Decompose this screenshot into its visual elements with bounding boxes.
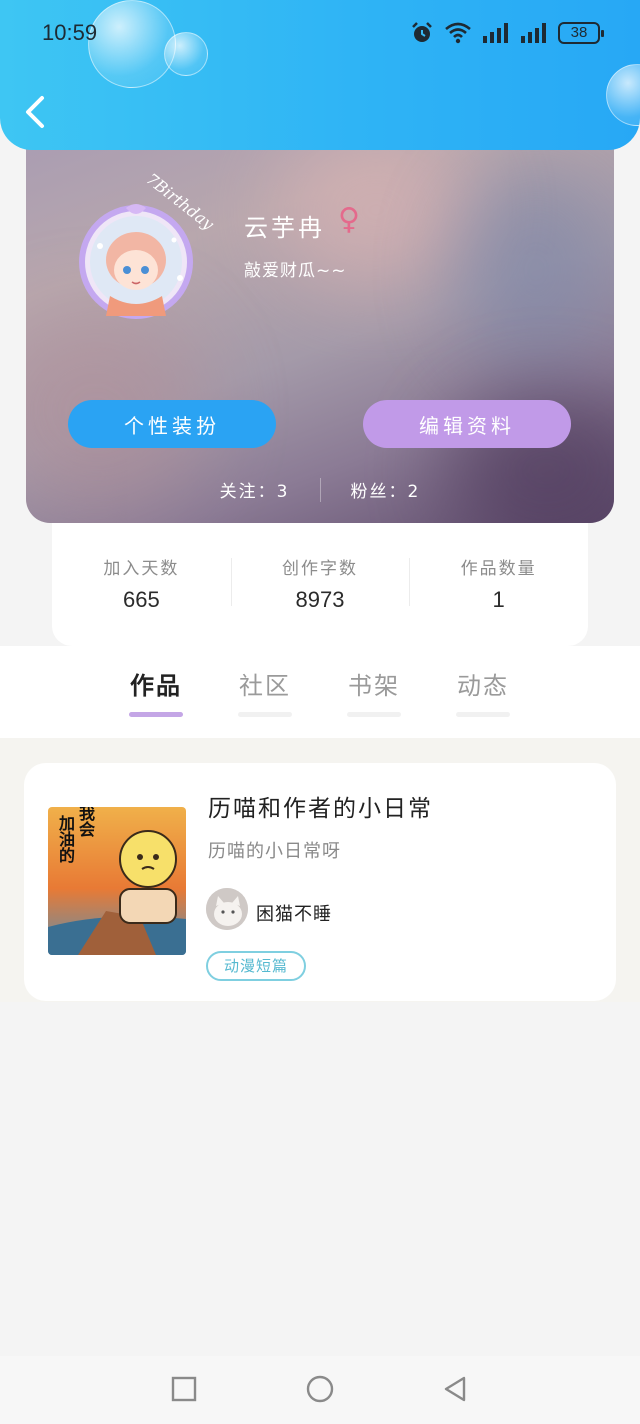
work-card[interactable]: 我会 加油的 历喵和作者的小日常 历喵的小日常呀 困猫不睡 动漫短篇 <box>24 763 616 1001</box>
decorative-bubble <box>606 64 640 126</box>
battery-icon: 38 <box>558 22 604 44</box>
dress-up-button[interactable]: 个性装扮 <box>68 400 276 448</box>
stat-value: 665 <box>122 586 160 612</box>
work-cover[interactable]: 我会 加油的 <box>48 807 186 955</box>
stat-works-count: 作品数量 1 <box>409 554 588 613</box>
status-icons: 38 <box>410 20 604 46</box>
wifi-icon <box>445 22 471 44</box>
alarm-icon <box>412 22 432 42</box>
cover-text-line: 加油的 <box>56 815 75 863</box>
tab-works[interactable]: 作品 <box>124 666 188 701</box>
following-label: 关注： <box>219 482 277 502</box>
genre-tag[interactable]: 动漫短篇 <box>206 951 306 981</box>
stat-word-count: 创作字数 8973 <box>230 554 410 613</box>
decorative-bubble <box>88 0 176 88</box>
tab-bar: 作品 社区 书架 动态 <box>0 646 640 738</box>
stat-label: 创作字数 <box>282 558 358 579</box>
status-time: 10:59 <box>42 20 98 45</box>
stat-value: 1 <box>492 586 505 612</box>
divider <box>319 477 321 502</box>
fans-count[interactable]: 粉丝：2 <box>351 477 421 502</box>
tab-indicator <box>238 712 292 717</box>
back-nav-button[interactable] <box>440 1374 470 1404</box>
signal-icon <box>521 23 546 43</box>
back-button[interactable] <box>20 92 50 132</box>
follow-stats: 关注：3 粉丝：2 <box>26 477 614 502</box>
profile-card: 7Birthday 云芋冉 ♀ 敲爱财瓜~~ 个性装扮 编辑资料 关注：3 粉丝… <box>26 110 614 523</box>
tab-indicator <box>456 712 510 717</box>
signal-icon <box>483 23 508 43</box>
cover-text-line: 我会 <box>76 807 95 837</box>
stats-card: 加入天数 665 创作字数 8973 作品数量 1 <box>52 520 588 646</box>
tab-activity[interactable]: 动态 <box>451 666 515 701</box>
tab-community[interactable]: 社区 <box>233 666 297 701</box>
decorative-bubble <box>164 32 208 76</box>
system-nav-bar <box>0 1356 640 1424</box>
cat-avatar-image <box>206 888 248 930</box>
work-title[interactable]: 历喵和作者的小日常 <box>208 789 433 823</box>
home-button[interactable] <box>305 1374 335 1404</box>
background-blur <box>456 170 614 370</box>
gender-icon: ♀ <box>338 202 360 237</box>
tab-indicator <box>347 712 401 717</box>
author-avatar[interactable] <box>206 888 248 930</box>
stat-label: 加入天数 <box>103 558 180 579</box>
stat-label: 作品数量 <box>460 558 537 579</box>
stat-join-days: 加入天数 665 <box>52 554 231 613</box>
edit-profile-button[interactable]: 编辑资料 <box>363 400 571 448</box>
following-count[interactable]: 关注：3 <box>220 477 290 502</box>
recent-apps-button[interactable] <box>169 1374 199 1404</box>
fans-label: 粉丝： <box>350 482 408 502</box>
tab-indicator <box>129 712 183 717</box>
following-value: 3 <box>276 482 290 502</box>
top-header: 10:59 38 <box>0 0 640 150</box>
username: 云芋冉 <box>244 214 325 242</box>
tab-bookshelf[interactable]: 书架 <box>342 666 406 701</box>
work-description: 历喵的小日常呀 <box>208 841 341 862</box>
fans-value: 2 <box>407 482 421 502</box>
signature: 敲爱财瓜~~ <box>244 261 347 281</box>
stat-value: 8973 <box>295 586 345 612</box>
avatar[interactable]: 7Birthday <box>70 169 218 326</box>
author-name[interactable]: 困猫不睡 <box>256 900 332 926</box>
